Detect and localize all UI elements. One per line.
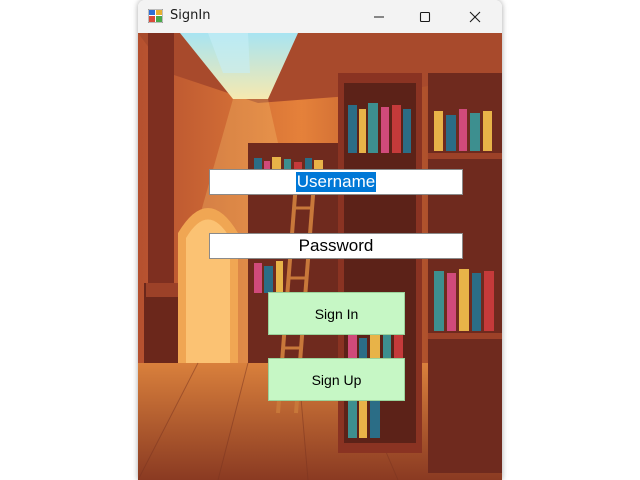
- close-button[interactable]: [452, 0, 498, 33]
- maximize-icon: [419, 11, 431, 22]
- form-content: Username Password Sign In Sign Up: [138, 33, 502, 480]
- sign-up-button[interactable]: Sign Up: [268, 358, 405, 401]
- maximize-button[interactable]: [402, 0, 448, 33]
- app-icon: [148, 9, 163, 23]
- password-value: Password: [298, 236, 374, 255]
- signin-window: SignIn Username Password Sign In Sign Up: [138, 0, 502, 480]
- password-field[interactable]: Password: [209, 233, 463, 259]
- sign-in-button[interactable]: Sign In: [268, 292, 405, 335]
- close-icon: [469, 11, 481, 22]
- title-bar[interactable]: SignIn: [138, 0, 502, 33]
- username-value: Username: [295, 172, 377, 192]
- minimize-icon: [374, 16, 384, 17]
- minimize-button[interactable]: [356, 0, 402, 33]
- username-field[interactable]: Username: [209, 169, 463, 195]
- window-title: SignIn: [170, 8, 211, 23]
